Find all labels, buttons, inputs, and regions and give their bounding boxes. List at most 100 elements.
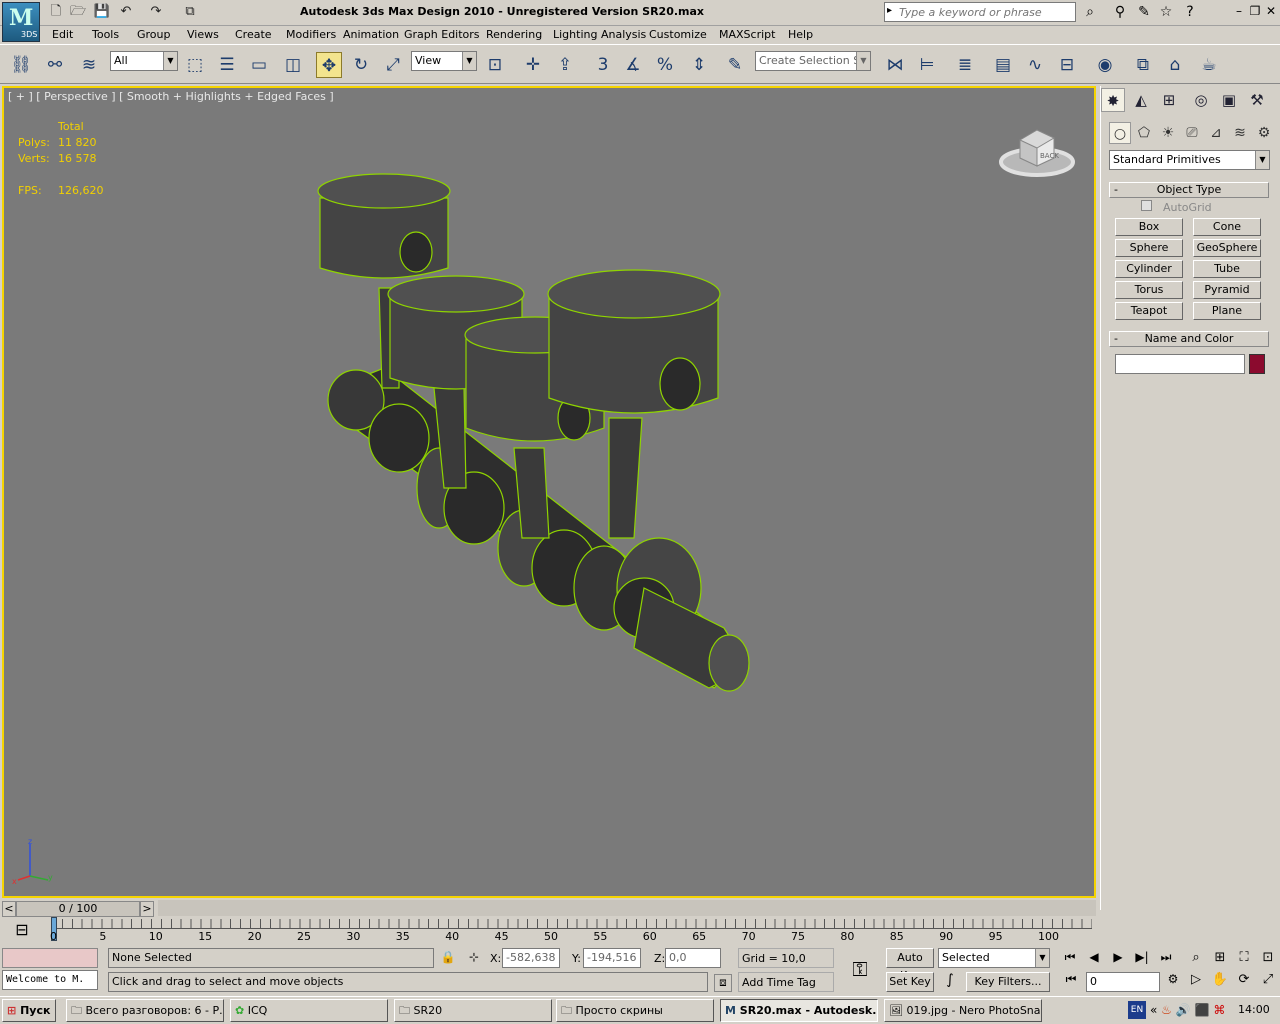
taskbar-item-3dsmax[interactable]: M SR20.max - Autodesk...: [720, 999, 878, 1022]
autogrid-checkbox[interactable]: [1141, 200, 1152, 211]
menu-group[interactable]: Group: [137, 28, 171, 41]
time-slider[interactable]: < 0 / 100 >: [2, 899, 158, 917]
search-binoculars-icon[interactable]: ⌕: [1080, 3, 1100, 22]
motion-tab-icon[interactable]: ◎: [1189, 88, 1213, 112]
utilities-tab-icon[interactable]: ⚒: [1245, 88, 1269, 112]
create-pyramid-button[interactable]: Pyramid: [1193, 281, 1261, 299]
snaps-toggle-icon[interactable]: 3: [590, 52, 616, 78]
time-configuration-icon[interactable]: ⚙: [1164, 972, 1182, 990]
menu-modifiers[interactable]: Modifiers: [286, 28, 336, 41]
taskbar-item-sr20-folder[interactable]: 🗀 SR20: [394, 999, 552, 1022]
zoom-extents-all-icon[interactable]: ⊡: [1258, 950, 1278, 968]
menu-maxscript[interactable]: MAXScript: [719, 28, 775, 41]
track-bar[interactable]: 0 5 10 15 20 25 30 35 40 45 50 55 60 65 70 75 80 85 90 95 10…: [2, 917, 1096, 945]
current-frame-field[interactable]: 0: [1086, 972, 1160, 992]
select-object-icon[interactable]: ⬚: [182, 52, 208, 78]
communication-center-icon[interactable]: ✎: [1134, 3, 1154, 22]
zoom-extents-icon[interactable]: ⛶: [1234, 950, 1254, 968]
previous-frame-arrow-icon[interactable]: <: [2, 901, 16, 917]
geometry-icon[interactable]: ○: [1109, 122, 1131, 144]
menu-rendering[interactable]: Rendering: [486, 28, 542, 41]
object-color-swatch[interactable]: [1249, 354, 1265, 374]
info-center-search[interactable]: ▸: [884, 2, 1076, 22]
create-sphere-button[interactable]: Sphere: [1115, 239, 1183, 257]
perspective-viewport[interactable]: [ + ] [ Perspective ] [ Smooth + Highlig…: [2, 86, 1096, 898]
set-key-button[interactable]: Set Key: [886, 972, 934, 992]
zoom-all-icon[interactable]: ⊞: [1210, 950, 1230, 968]
material-editor-icon[interactable]: ◉: [1092, 52, 1118, 78]
create-cylinder-button[interactable]: Cylinder: [1115, 260, 1183, 278]
maxscript-output[interactable]: Welcome to M.: [2, 970, 98, 990]
maxscript-mini-listener[interactable]: [2, 948, 98, 968]
select-and-link-icon[interactable]: ⛓: [8, 52, 34, 78]
open-file-icon[interactable]: 🗁: [68, 3, 88, 21]
create-cone-button[interactable]: Cone: [1193, 218, 1261, 236]
orbit-icon[interactable]: ⟳: [1234, 972, 1254, 990]
selection-lock-icon[interactable]: 🔒: [440, 950, 456, 966]
taskbar-item-chat[interactable]: 🗀 Всего разговоров: 6 - Р...: [66, 999, 224, 1022]
select-and-scale-icon[interactable]: ⤢: [380, 52, 406, 78]
go-to-start-icon[interactable]: ⏮: [1060, 950, 1080, 966]
create-geosphere-button[interactable]: GeoSphere: [1193, 239, 1261, 257]
align-icon[interactable]: ⊨: [914, 52, 940, 78]
menu-edit[interactable]: Edit: [52, 28, 73, 41]
set-key-mode-icon[interactable]: ⚿: [840, 950, 880, 988]
favorites-star-icon[interactable]: ☆: [1156, 3, 1176, 22]
z-coord-field[interactable]: 0,0: [665, 948, 721, 968]
language-indicator[interactable]: EN: [1128, 1001, 1146, 1019]
engine-model[interactable]: [4, 88, 1094, 896]
create-tube-button[interactable]: Tube: [1193, 260, 1261, 278]
primitive-category-dropdown[interactable]: Standard Primitives ▼: [1109, 150, 1270, 170]
select-manipulate-icon[interactable]: ✛: [520, 52, 546, 78]
curve-editor-icon[interactable]: ∿: [1022, 52, 1048, 78]
key-filters-button[interactable]: Key Filters...: [966, 972, 1050, 992]
menu-graph-editors[interactable]: Graph Editors: [404, 28, 480, 41]
display-tab-icon[interactable]: ▣: [1217, 88, 1241, 112]
next-frame-icon[interactable]: ▶|: [1132, 950, 1152, 966]
graphite-ribbon-icon[interactable]: ▤: [990, 52, 1016, 78]
helpers-icon[interactable]: ⊿: [1205, 122, 1227, 144]
unlink-selection-icon[interactable]: ⚯: [42, 52, 68, 78]
object-name-input[interactable]: [1115, 354, 1245, 374]
name-and-color-rollout-header[interactable]: - Name and Color: [1109, 331, 1269, 347]
keyboard-shortcut-override-icon[interactable]: ⇪: [552, 52, 578, 78]
edit-named-selection-icon[interactable]: ✎: [722, 52, 748, 78]
absolute-mode-transform-icon[interactable]: ⊹: [466, 950, 482, 966]
menu-lighting-analysis[interactable]: Lighting Analysis: [553, 28, 646, 41]
cameras-icon[interactable]: ⎚: [1181, 122, 1203, 144]
x-coord-field[interactable]: -582,638: [502, 948, 560, 968]
menu-help[interactable]: Help: [788, 28, 813, 41]
systems-icon[interactable]: ⚙: [1253, 122, 1275, 144]
time-tag-icon[interactable]: ⧈: [714, 974, 732, 992]
default-tangent-icon[interactable]: ∫: [938, 972, 962, 992]
select-and-rotate-icon[interactable]: ↻: [348, 52, 374, 78]
schematic-view-icon[interactable]: ⊟: [1054, 52, 1080, 78]
render-production-icon[interactable]: ☕: [1196, 52, 1222, 78]
subscription-center-icon[interactable]: ⚲: [1110, 3, 1130, 22]
percent-snap-icon[interactable]: %: [652, 52, 678, 78]
angle-snap-icon[interactable]: ∡: [620, 52, 646, 78]
rectangular-selection-icon[interactable]: ▭: [246, 52, 272, 78]
taskbar-item-nero[interactable]: 🖼 019.jpg - Nero PhotoSna...: [884, 999, 1042, 1022]
maximize-viewport-icon[interactable]: ⤢: [1258, 972, 1278, 990]
undo-icon[interactable]: ↶: [116, 3, 136, 21]
time-slider-thumb[interactable]: 0 / 100: [16, 901, 140, 917]
spinner-snap-icon[interactable]: ⇕: [686, 52, 712, 78]
y-coord-field[interactable]: -194,516: [583, 948, 641, 968]
zoom-icon[interactable]: ⌕: [1186, 950, 1206, 968]
select-by-name-icon[interactable]: ☰: [214, 52, 240, 78]
minimize-window-button[interactable]: –: [1232, 3, 1246, 19]
redo-icon[interactable]: ↷: [146, 3, 166, 21]
create-tab-icon[interactable]: ✸: [1101, 88, 1125, 112]
space-warps-icon[interactable]: ≋: [1229, 122, 1251, 144]
object-type-rollout-header[interactable]: - Object Type: [1109, 182, 1269, 198]
use-pivot-center-icon[interactable]: ⊡: [482, 52, 508, 78]
application-menu-button[interactable]: M 3DS: [2, 2, 40, 42]
key-mode-dropdown[interactable]: Selected ▼: [938, 948, 1050, 968]
create-plane-button[interactable]: Plane: [1193, 302, 1261, 320]
help-icon[interactable]: ?: [1180, 3, 1200, 22]
menu-create[interactable]: Create: [235, 28, 272, 41]
new-file-icon[interactable]: 🗋: [46, 3, 66, 21]
mirror-icon[interactable]: ⋈: [882, 52, 908, 78]
render-setup-icon[interactable]: ⧉: [1130, 52, 1156, 78]
